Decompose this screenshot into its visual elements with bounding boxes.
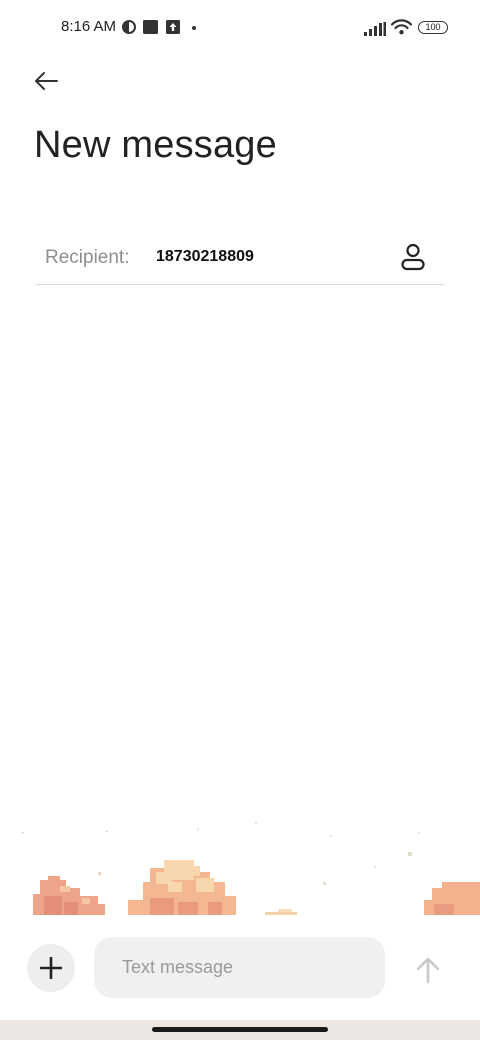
app-square-icon <box>143 20 158 34</box>
recipient-label: Recipient: <box>45 247 130 268</box>
contact-picker-button[interactable] <box>398 242 428 272</box>
contact-person-icon <box>401 243 425 271</box>
send-button[interactable] <box>410 952 446 988</box>
back-arrow-icon <box>35 72 58 90</box>
recipient-value[interactable]: 18730218809 <box>156 248 254 266</box>
gesture-navigation-area <box>0 1020 480 1040</box>
new-message-screen: 8:16 AM 100 New message Recipient: 18730… <box>0 0 480 1040</box>
recipient-field[interactable]: Recipient: 18730218809 <box>36 230 444 285</box>
wifi-icon <box>391 19 412 35</box>
back-button[interactable] <box>28 64 64 98</box>
status-bar: 8:16 AM 100 <box>0 0 480 56</box>
decorative-clouds-illustration <box>22 822 480 915</box>
battery-icon: 100 <box>418 21 448 34</box>
signal-icon <box>364 22 386 36</box>
add-attachment-button[interactable] <box>27 944 75 992</box>
notification-dot <box>192 26 196 30</box>
send-arrow-up-icon <box>416 957 440 984</box>
status-time: 8:16 AM <box>61 18 117 35</box>
message-composer <box>0 915 480 1020</box>
home-indicator[interactable] <box>152 1027 328 1032</box>
upload-icon <box>166 20 180 34</box>
message-input[interactable] <box>94 937 385 998</box>
app-circle-icon <box>122 20 136 34</box>
plus-icon <box>40 957 62 979</box>
page-title: New message <box>34 124 277 166</box>
